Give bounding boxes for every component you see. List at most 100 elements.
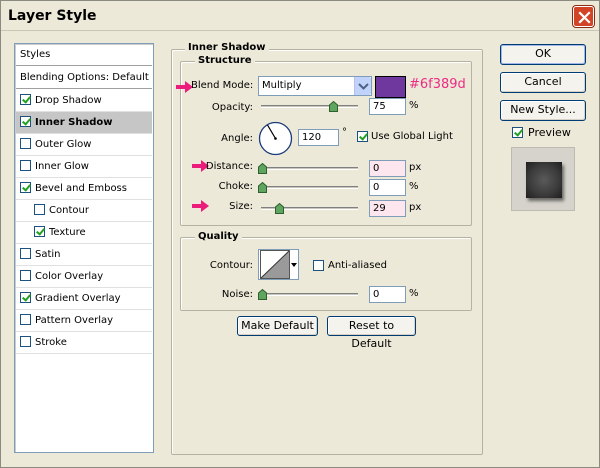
anti-aliased-label: Anti-aliased (328, 260, 388, 271)
noise-input[interactable]: 0 (369, 286, 406, 303)
blend-mode-value: Multiply (262, 80, 302, 91)
color-overlay-checkbox[interactable] (20, 270, 31, 281)
noise-unit: % (409, 288, 419, 299)
contour-picker[interactable] (258, 249, 299, 280)
bevel-and-emboss-checkbox[interactable] (20, 182, 31, 193)
close-icon (578, 11, 591, 24)
make-default-button[interactable]: Make Default (237, 316, 318, 336)
style-item-label: Texture (49, 227, 86, 238)
distance-slider-thumb[interactable] (258, 163, 267, 174)
quality-title: Quality (195, 231, 242, 242)
anti-aliased-checkbox[interactable] (313, 260, 324, 271)
drop-shadow-checkbox[interactable] (20, 94, 31, 105)
style-item-inner-shadow[interactable]: Inner Shadow (16, 112, 152, 134)
style-item-pattern-overlay[interactable]: Pattern Overlay (16, 310, 152, 332)
noise-label: Noise: (221, 289, 253, 300)
style-item-label: Outer Glow (35, 139, 92, 150)
angle-input[interactable]: 120 (298, 129, 339, 146)
choke-slider-track[interactable] (261, 186, 358, 189)
blend-mode-select[interactable]: Multiply (258, 76, 372, 96)
styles-header[interactable]: Styles (16, 44, 152, 66)
structure-title: Structure (195, 55, 255, 66)
styles-header-label: Styles (20, 49, 51, 60)
style-item-label: Inner Glow (35, 161, 89, 172)
style-item-label: Drop Shadow (35, 95, 102, 106)
style-item-bevel-and-emboss[interactable]: Bevel and Emboss (16, 178, 152, 200)
style-item-drop-shadow[interactable]: Drop Shadow (16, 90, 152, 112)
satin-checkbox[interactable] (20, 248, 31, 259)
shadow-color-swatch[interactable] (375, 76, 406, 98)
color-hex-label: #6f389d (409, 77, 466, 92)
window-title: Layer Style (8, 8, 97, 24)
texture-checkbox[interactable] (34, 226, 45, 237)
style-item-label: Bevel and Emboss (35, 183, 127, 194)
inner-shadow-title: Inner Shadow (185, 42, 269, 53)
angle-unit: ° (342, 127, 347, 138)
angle-label: Angle: (221, 133, 253, 144)
pattern-overlay-checkbox[interactable] (20, 314, 31, 325)
inner-shadow-checkbox[interactable] (20, 116, 31, 127)
style-preview-thumbnail (511, 147, 575, 211)
style-item-label: Contour (49, 205, 89, 216)
style-item-contour[interactable]: Contour (16, 200, 152, 222)
chevron-down-icon (354, 77, 371, 95)
contour-label: Contour: (209, 260, 253, 271)
contour-preview-icon (260, 250, 290, 279)
style-item-label: Color Overlay (35, 271, 104, 282)
noise-slider-track[interactable] (261, 293, 358, 296)
preview-label: Preview (528, 126, 571, 139)
opacity-slider-thumb[interactable] (329, 101, 339, 112)
preview-checkbox[interactable] (512, 127, 523, 138)
size-slider-thumb[interactable] (275, 203, 284, 214)
choke-unit: % (409, 181, 419, 192)
ok-button[interactable]: OK (500, 44, 586, 65)
distance-slider-track[interactable] (261, 167, 358, 170)
outer-glow-checkbox[interactable] (20, 138, 31, 149)
stroke-checkbox[interactable] (20, 336, 31, 347)
style-item-label: Gradient Overlay (35, 293, 121, 304)
opacity-slider-track[interactable] (261, 105, 358, 108)
blend-mode-label: Blend Mode: (191, 80, 254, 91)
style-item-label: Stroke (35, 337, 67, 348)
close-button[interactable] (573, 6, 594, 27)
opacity-unit: % (409, 100, 419, 111)
style-item-gradient-overlay[interactable]: Gradient Overlay (16, 288, 152, 310)
noise-slider-thumb[interactable] (258, 289, 267, 300)
opacity-input[interactable]: 75 (369, 98, 406, 115)
contour-checkbox[interactable] (34, 204, 45, 215)
use-global-light-checkbox[interactable] (357, 131, 368, 142)
size-label: Size: (229, 201, 253, 212)
styles-list: Styles Blending Options: Default Drop Sh… (14, 43, 154, 453)
distance-label: Distance: (205, 161, 253, 172)
angle-dial[interactable] (258, 121, 293, 156)
style-item-satin[interactable]: Satin (16, 244, 152, 266)
style-item-inner-glow[interactable]: Inner Glow (16, 156, 152, 178)
chevron-down-icon[interactable] (290, 261, 298, 269)
choke-label: Choke: (218, 181, 253, 192)
preview-swatch (526, 162, 562, 198)
style-item-label: Pattern Overlay (35, 315, 114, 326)
style-item-outer-glow[interactable]: Outer Glow (16, 134, 152, 156)
style-item-texture[interactable]: Texture (16, 222, 152, 244)
layer-style-dialog: Layer Style Styles Blending Options: Def… (0, 0, 600, 468)
use-global-light-label: Use Global Light (371, 131, 453, 142)
style-item-color-overlay[interactable]: Color Overlay (16, 266, 152, 288)
reset-to-default-button[interactable]: Reset to Default (327, 316, 416, 350)
new-style-button[interactable]: New Style... (500, 100, 586, 121)
inner-glow-checkbox[interactable] (20, 160, 31, 171)
title-bar[interactable]: Layer Style (1, 1, 599, 31)
style-item-label: Satin (35, 249, 61, 260)
distance-input[interactable]: 0 (369, 160, 406, 177)
choke-slider-thumb[interactable] (258, 182, 267, 193)
cancel-button[interactable]: Cancel (500, 72, 586, 93)
blending-options-label: Blending Options: Default (20, 72, 149, 83)
style-item-label: Inner Shadow (35, 117, 113, 128)
style-item-stroke[interactable]: Stroke (16, 332, 152, 354)
choke-input[interactable]: 0 (369, 179, 406, 196)
blending-options-item[interactable]: Blending Options: Default (16, 67, 152, 89)
opacity-label: Opacity: (211, 102, 253, 113)
size-unit: px (409, 202, 422, 213)
size-input[interactable]: 29 (369, 200, 406, 217)
distance-unit: px (409, 162, 422, 173)
gradient-overlay-checkbox[interactable] (20, 292, 31, 303)
